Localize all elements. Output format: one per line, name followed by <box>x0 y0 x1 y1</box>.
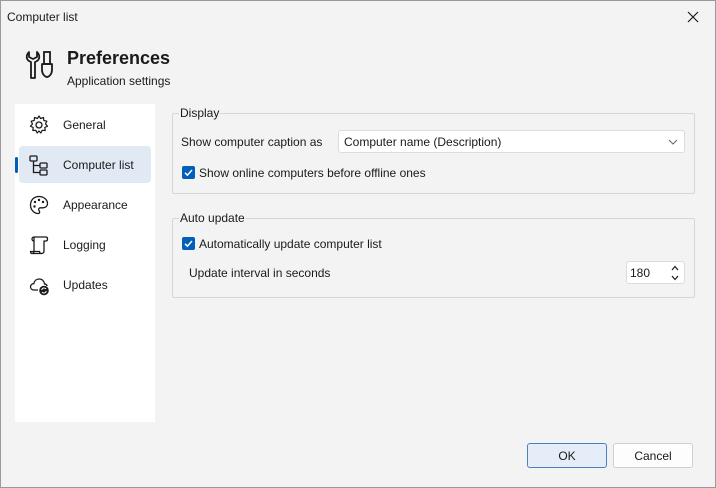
page-subtitle: Application settings <box>67 74 171 88</box>
scroll-icon <box>29 236 49 255</box>
sidebar-item-computer-list[interactable]: Computer list <box>15 146 151 183</box>
display-group <box>172 113 695 194</box>
tools-icon <box>25 51 53 79</box>
ok-button[interactable]: OK <box>527 443 607 468</box>
close-icon <box>687 11 699 23</box>
sidebar-item-label: General <box>63 118 106 132</box>
selection-indicator <box>15 157 18 173</box>
sidebar-item-label: Updates <box>63 278 108 292</box>
chevron-down-icon[interactable] <box>671 275 679 281</box>
preferences-window: Computer list Preferences Application se… <box>0 0 716 488</box>
interval-spinbox[interactable]: 180 <box>626 261 685 284</box>
tree-icon <box>29 155 48 176</box>
cloud-sync-icon <box>29 278 49 296</box>
sidebar-item-updates[interactable]: Updates <box>19 266 151 303</box>
online-first-label[interactable]: Show online computers before offline one… <box>199 166 426 180</box>
sidebar-item-label: Computer list <box>63 158 134 172</box>
close-button[interactable] <box>683 7 703 27</box>
sidebar-item-label: Logging <box>63 238 106 252</box>
caption-label: Show computer caption as <box>181 135 323 149</box>
interval-label: Update interval in seconds <box>189 266 331 280</box>
page-title: Preferences <box>67 48 171 68</box>
chevron-down-icon <box>668 139 678 145</box>
sidebar: General Computer list Appearance Logging… <box>15 104 155 422</box>
auto-update-group <box>172 218 695 298</box>
sidebar-item-logging[interactable]: Logging <box>19 226 151 263</box>
auto-update-checkbox[interactable] <box>182 237 195 250</box>
checkmark-icon <box>184 169 193 177</box>
title-bar: Computer list <box>1 1 715 33</box>
sidebar-item-label: Appearance <box>63 198 128 212</box>
caption-select[interactable]: Computer name (Description) <box>338 130 685 153</box>
caption-select-value: Computer name (Description) <box>344 135 502 149</box>
sidebar-item-general[interactable]: General <box>19 106 151 143</box>
interval-value: 180 <box>630 266 651 280</box>
cancel-button[interactable]: Cancel <box>613 443 693 468</box>
auto-update-label[interactable]: Automatically update computer list <box>199 237 382 251</box>
checkmark-icon <box>184 240 193 248</box>
window-title: Computer list <box>7 10 78 24</box>
sidebar-item-appearance[interactable]: Appearance <box>19 186 151 223</box>
auto-update-group-title: Auto update <box>179 211 246 225</box>
chevron-up-icon[interactable] <box>671 265 679 271</box>
display-group-title: Display <box>179 106 221 120</box>
palette-icon <box>29 195 49 215</box>
online-first-checkbox[interactable] <box>182 166 195 179</box>
gear-icon <box>29 115 49 134</box>
